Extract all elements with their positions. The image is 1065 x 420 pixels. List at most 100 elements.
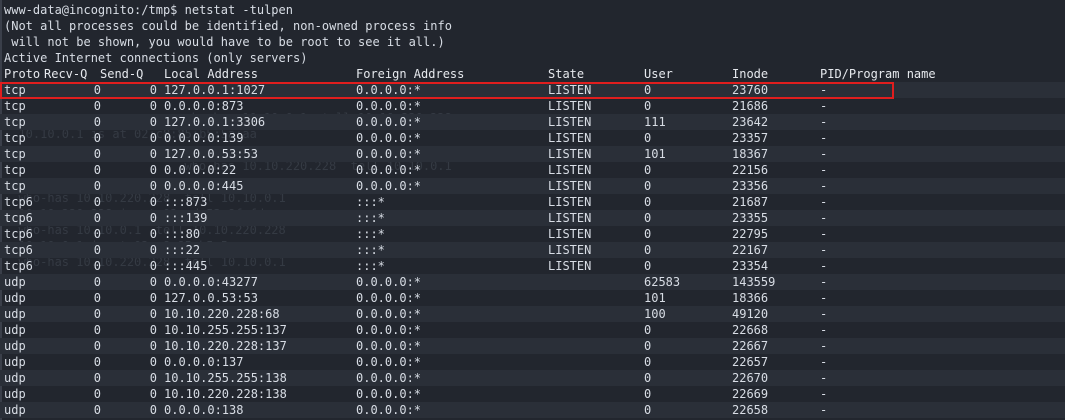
table-row: tcp6 0 0:::22:::* LISTEN 0 22167 - [0,242,1065,258]
cell-state: LISTEN [548,259,592,273]
cell-user: 0 [644,211,652,225]
cell-proto: udp [4,387,26,401]
column-header-foreign-address: Foreign Address [356,67,465,81]
cell-local-address: 10.10.220.228:138 [164,387,287,401]
cell-pid-program: - [820,275,828,289]
cell-sendq: 0 [149,355,157,369]
cell-foreign-address: 0.0.0.0:* [356,323,422,337]
cell-local-address: :::445 [164,259,208,273]
cell-proto: tcp6 [4,195,33,209]
table-row: tcp6 0 0:::873:::* LISTEN 0 21687 - [0,194,1065,210]
cell-sendq: 0 [149,259,157,273]
cell-recvq: 0 [93,115,101,129]
cell-inode: 49120 [732,307,769,321]
cell-inode: 23355 [732,211,769,225]
table-row: udp 0 0 10.10.220.228:138 0.0.0.0:* 0 22669 - [0,386,1065,402]
cell-pid-program: - [820,99,828,113]
cell-user: 0 [644,227,652,241]
terminal-window[interactable]: who-has 10.10.0.1 tell 10.10.220.228 10.… [0,0,1065,420]
table-row: tcp6 0 0:::139:::* LISTEN 0 23355 - [0,210,1065,226]
cell-user: 101 [644,147,666,161]
cell-recvq: 0 [93,227,101,241]
cell-inode: 22669 [732,387,769,401]
cell-foreign-address: :::* [356,243,385,257]
cell-recvq: 0 [93,163,101,177]
cell-state: LISTEN [548,99,592,113]
cell-user: 0 [644,355,652,369]
cell-proto: tcp6 [4,243,33,257]
cell-sendq: 0 [149,195,157,209]
cell-proto: udp [4,339,26,353]
cell-local-address: :::139 [164,211,208,225]
cell-foreign-address: 0.0.0.0:* [356,99,422,113]
cell-user: 0 [644,99,652,113]
cell-sendq: 0 [149,147,157,161]
cell-user: 0 [644,131,652,145]
cell-user: 0 [644,323,652,337]
cell-proto: tcp6 [4,211,33,225]
cell-user: 0 [644,195,652,209]
cell-inode: 22668 [732,323,769,337]
table-row: tcp 0 0 0.0.0.0:873 0.0.0.0:* LISTEN 0 21686 - [0,98,1065,114]
cell-sendq: 0 [149,371,157,385]
cell-inode: 22658 [732,403,769,417]
cell-pid-program: - [820,371,828,385]
cell-state: LISTEN [548,179,592,193]
cell-pid-program: - [820,195,828,209]
cell-proto: udp [4,291,26,305]
cell-pid-program: - [820,227,828,241]
table-row: tcp 0 0 0.0.0.0:445 0.0.0.0:* LISTEN 0 23356 - [0,178,1065,194]
column-header-proto: Proto [4,67,41,81]
cell-recvq: 0 [93,211,101,225]
cell-foreign-address: 0.0.0.0:* [356,179,422,193]
cell-user: 0 [644,371,652,385]
cell-inode: 22167 [732,243,769,257]
command-prompt-line: www-data@incognito:/tmp$ netstat -tulpen [4,3,293,17]
cell-recvq: 0 [93,99,101,113]
cell-recvq: 0 [93,275,101,289]
table-row: udp 0 0 10.10.220.228:137 0.0.0.0:* 0 22667 - [0,338,1065,354]
cell-pid-program: - [820,323,828,337]
cell-pid-program: - [820,243,828,257]
cell-proto: tcp [4,179,26,193]
cell-foreign-address: 0.0.0.0:* [356,291,422,305]
cell-inode: 143559 [732,275,776,289]
cell-user: 0 [644,339,652,353]
cell-sendq: 0 [149,131,157,145]
cell-foreign-address: 0.0.0.0:* [356,147,422,161]
cell-foreign-address: :::* [356,259,385,273]
cell-recvq: 0 [93,243,101,257]
table-row: tcp6 0 0:::80:::* LISTEN 0 22795 - [0,226,1065,242]
cell-foreign-address: 0.0.0.0:* [356,115,422,129]
cell-sendq: 0 [149,339,157,353]
cell-inode: 18366 [732,291,769,305]
cell-recvq: 0 [93,323,101,337]
notice-line: (Not all processes could be identified, … [4,19,452,33]
cell-proto: udp [4,355,26,369]
cell-recvq: 0 [93,387,101,401]
cell-sendq: 0 [149,275,157,289]
cell-pid-program: - [820,259,828,273]
table-row: udp 0 0 10.10.220.228:68 0.0.0.0:* 100 49120 - [0,306,1065,322]
cell-foreign-address: 0.0.0.0:* [356,275,422,289]
cell-recvq: 0 [93,147,101,161]
cell-pid-program: - [820,163,828,177]
cell-state: LISTEN [548,211,592,225]
cell-state: LISTEN [548,227,592,241]
cell-user: 111 [644,115,666,129]
cell-inode: 22156 [732,163,769,177]
cell-proto: tcp6 [4,227,33,241]
column-header-sendq: Send-Q [100,67,144,81]
cell-foreign-address: 0.0.0.0:* [356,387,422,401]
cell-recvq: 0 [93,131,101,145]
cell-recvq: 0 [93,259,101,273]
cell-recvq: 0 [93,339,101,353]
cell-sendq: 0 [149,291,157,305]
cell-pid-program: - [820,179,828,193]
cell-pid-program: - [820,131,828,145]
cell-pid-program: - [820,147,828,161]
cell-sendq: 0 [149,307,157,321]
cell-proto: tcp [4,131,26,145]
cell-foreign-address: 0.0.0.0:* [356,339,422,353]
cell-local-address: 0.0.0.0:873 [164,99,244,113]
